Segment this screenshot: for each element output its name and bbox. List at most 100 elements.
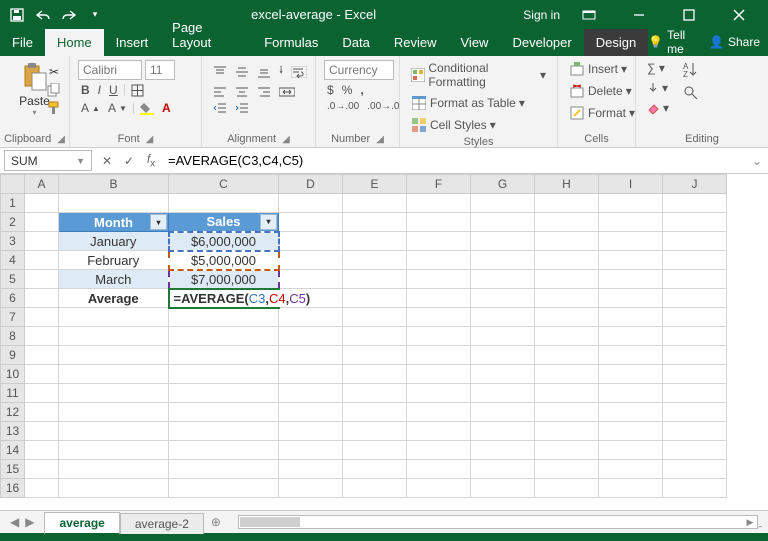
col-header-E[interactable]: E [343, 175, 407, 194]
cell-I11[interactable] [599, 384, 663, 403]
cell-H10[interactable] [535, 365, 599, 384]
cell-I10[interactable] [599, 365, 663, 384]
cell-H1[interactable] [535, 194, 599, 213]
cell-G8[interactable] [471, 327, 535, 346]
col-header-I[interactable]: I [599, 175, 663, 194]
cell-A11[interactable] [25, 384, 59, 403]
decrease-indent-icon[interactable] [210, 101, 230, 115]
cell-J10[interactable] [663, 365, 727, 384]
cell-E12[interactable] [343, 403, 407, 422]
align-top-icon[interactable] [210, 60, 230, 83]
horizontal-scrollbar[interactable]: ◀ ▶ [238, 515, 758, 529]
cell-B11[interactable] [59, 384, 169, 403]
alignment-launcher-icon[interactable]: ◢ [282, 134, 290, 145]
cell-D15[interactable] [279, 460, 343, 479]
cell-J8[interactable] [663, 327, 727, 346]
cell-I16[interactable] [599, 479, 663, 498]
merge-center-icon[interactable] [276, 85, 298, 99]
cell-B10[interactable] [59, 365, 169, 384]
cell-F8[interactable] [407, 327, 471, 346]
cell-E1[interactable] [343, 194, 407, 213]
spreadsheet-grid[interactable]: ABCDEFGHIJ12Month▾Sales▾3January$6,000,0… [0, 174, 768, 510]
cell-J6[interactable] [663, 289, 727, 308]
select-all-corner[interactable] [1, 175, 25, 194]
row-header-8[interactable]: 8 [1, 327, 25, 346]
cell-B2[interactable]: Month▾ [59, 213, 169, 232]
format-painter-icon[interactable] [46, 100, 62, 116]
cell-A15[interactable] [25, 460, 59, 479]
cell-D9[interactable] [279, 346, 343, 365]
cell-A16[interactable] [25, 479, 59, 498]
cell-G16[interactable] [471, 479, 535, 498]
cell-D7[interactable] [279, 308, 343, 327]
row-header-5[interactable]: 5 [1, 270, 25, 289]
fx-icon[interactable]: fx [140, 152, 162, 169]
cell-A4[interactable] [25, 251, 59, 270]
cell-B14[interactable] [59, 441, 169, 460]
cell-C4[interactable]: $5,000,000 [169, 251, 279, 270]
cell-G5[interactable] [471, 270, 535, 289]
cell-C12[interactable] [169, 403, 279, 422]
cell-D10[interactable] [279, 365, 343, 384]
tab-home[interactable]: Home [45, 29, 104, 56]
tab-data[interactable]: Data [330, 29, 381, 56]
cell-A8[interactable] [25, 327, 59, 346]
chevron-down-icon[interactable]: ▼ [76, 156, 85, 166]
cell-A3[interactable] [25, 232, 59, 251]
tellme-search[interactable]: 💡Tell me [648, 28, 697, 56]
ribbon-options-icon[interactable] [568, 0, 610, 29]
decrease-decimal-icon[interactable]: .00→.0 [364, 100, 402, 113]
cell-I1[interactable] [599, 194, 663, 213]
cell-B9[interactable] [59, 346, 169, 365]
cell-F5[interactable] [407, 270, 471, 289]
cell-H8[interactable] [535, 327, 599, 346]
expand-formula-bar-icon[interactable]: ⌄ [746, 154, 768, 168]
row-header-14[interactable]: 14 [1, 441, 25, 460]
cell-F10[interactable] [407, 365, 471, 384]
col-header-C[interactable]: C [169, 175, 279, 194]
cell-C15[interactable] [169, 460, 279, 479]
cell-H13[interactable] [535, 422, 599, 441]
cell-H5[interactable] [535, 270, 599, 289]
scrollbar-thumb[interactable] [240, 517, 300, 527]
cell-J3[interactable] [663, 232, 727, 251]
cell-C10[interactable] [169, 365, 279, 384]
cell-C5[interactable]: $7,000,000 [169, 270, 279, 289]
cell-E2[interactable] [343, 213, 407, 232]
formula-input[interactable] [162, 153, 746, 168]
row-header-13[interactable]: 13 [1, 422, 25, 441]
cell-styles-button[interactable]: Cell Styles ▾ [408, 116, 499, 134]
cell-J4[interactable] [663, 251, 727, 270]
cell-J14[interactable] [663, 441, 727, 460]
cell-C1[interactable] [169, 194, 279, 213]
enter-formula-icon[interactable]: ✓ [118, 154, 140, 168]
row-header-7[interactable]: 7 [1, 308, 25, 327]
redo-icon[interactable] [58, 4, 80, 26]
cell-B4[interactable]: February [59, 251, 169, 270]
cell-D5[interactable] [279, 270, 343, 289]
cell-H7[interactable] [535, 308, 599, 327]
cell-A9[interactable] [25, 346, 59, 365]
conditional-formatting-button[interactable]: Conditional Formatting ▾ [408, 60, 549, 90]
signin-link[interactable]: Sign in [523, 8, 560, 22]
row-header-16[interactable]: 16 [1, 479, 25, 498]
cell-C2[interactable]: Sales▾ [169, 213, 279, 232]
sheet-nav-next-icon[interactable]: ▶ [25, 515, 34, 529]
cell-D2[interactable] [279, 213, 343, 232]
border-button[interactable] [128, 82, 147, 98]
cell-I6[interactable] [599, 289, 663, 308]
cell-B3[interactable]: January [59, 232, 169, 251]
cell-C8[interactable] [169, 327, 279, 346]
row-header-11[interactable]: 11 [1, 384, 25, 403]
cell-F14[interactable] [407, 441, 471, 460]
cell-I2[interactable] [599, 213, 663, 232]
sheet-tab-average-2[interactable]: average-2 [120, 513, 204, 534]
cell-A13[interactable] [25, 422, 59, 441]
cell-I8[interactable] [599, 327, 663, 346]
clipboard-launcher-icon[interactable]: ◢ [57, 134, 65, 145]
tab-file[interactable]: File [0, 29, 45, 56]
row-header-9[interactable]: 9 [1, 346, 25, 365]
cell-F15[interactable] [407, 460, 471, 479]
fill-button[interactable]: ▾ [644, 80, 672, 96]
cell-B6[interactable]: Average [59, 289, 169, 308]
